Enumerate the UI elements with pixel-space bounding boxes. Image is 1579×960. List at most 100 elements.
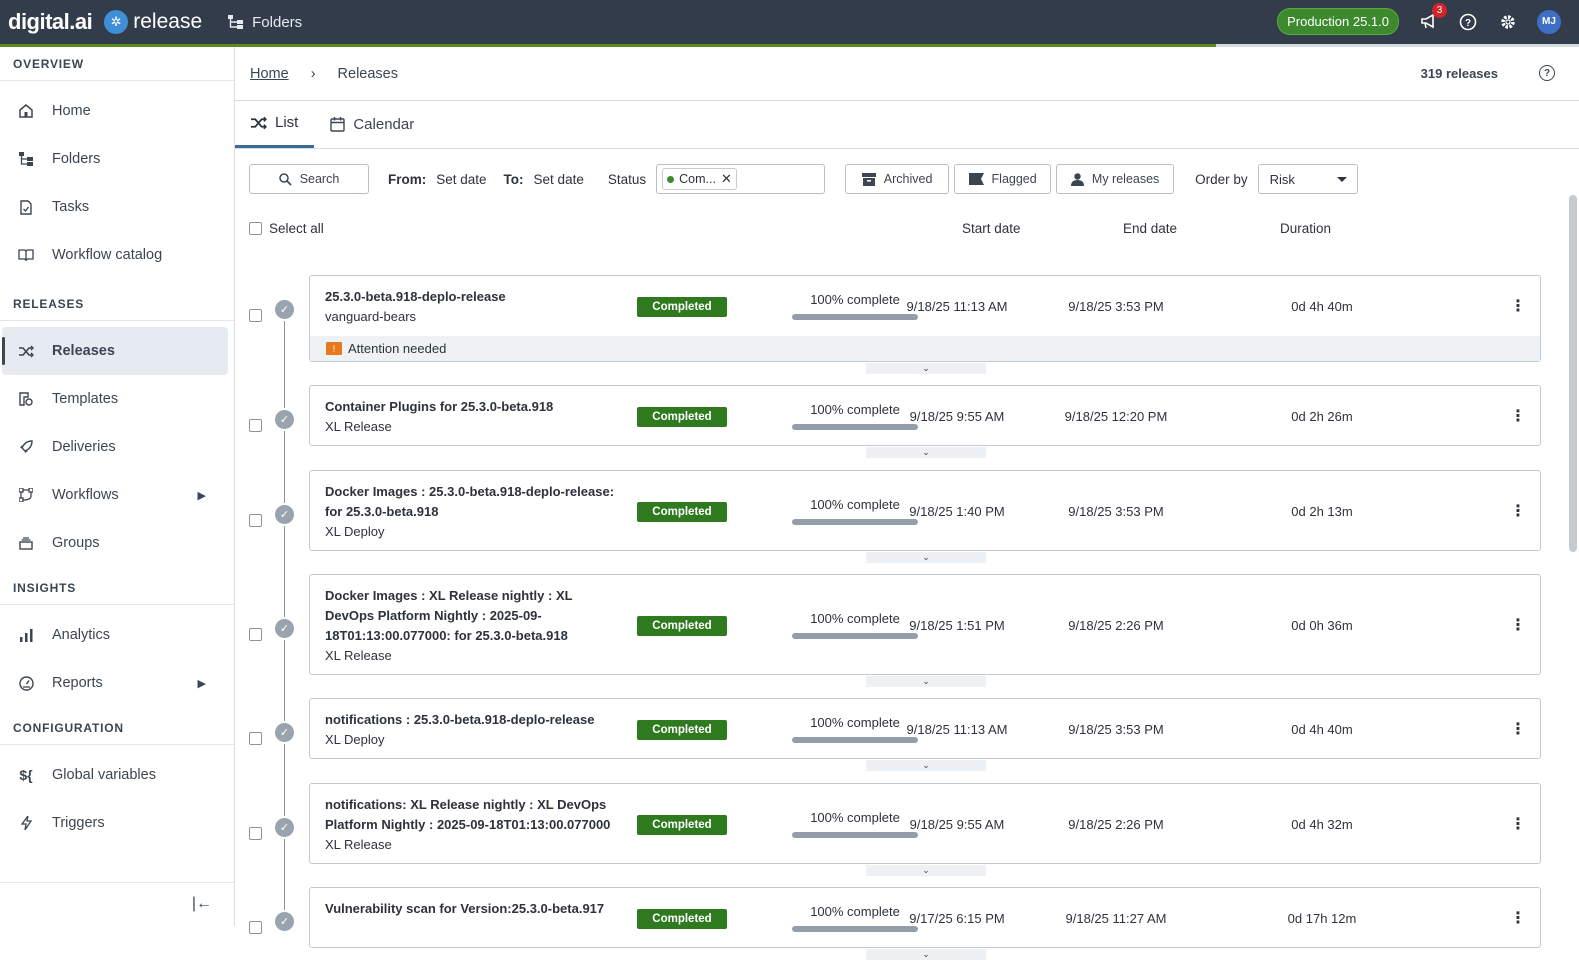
expand-row-chevron-icon[interactable]: ⌄ [866, 552, 986, 563]
sidebar-item-deliveries[interactable]: Deliveries [0, 423, 230, 471]
archived-button[interactable]: Archived [845, 164, 950, 194]
user-avatar[interactable]: MJ [1537, 9, 1561, 34]
release-card[interactable]: Container Plugins for 25.3.0-beta.918 XL… [309, 385, 1541, 446]
tab-calendar[interactable]: Calendar [314, 100, 430, 148]
completed-check-icon: ✓ [275, 409, 294, 429]
release-card[interactable]: Vulnerability scan for Version:25.3.0-be… [309, 887, 1541, 948]
release-card[interactable]: Docker Images : XL Release nightly : XL … [309, 574, 1541, 675]
breadcrumb-home-link[interactable]: Home [250, 66, 289, 82]
sidebar-item-workflows[interactable]: Workflows ▶ [0, 471, 230, 519]
vertical-scrollbar[interactable] [1569, 195, 1577, 552]
release-title-text: Docker Images : XL Release nightly : XL … [325, 587, 573, 643]
expand-row-chevron-icon[interactable]: ⌄ [866, 447, 986, 458]
more-options-icon[interactable]: ⋮ [1510, 501, 1526, 521]
release-row-checkbox[interactable] [249, 309, 262, 322]
release-title[interactable]: Docker Images : 25.3.0-beta.918-deplo-re… [325, 482, 620, 542]
my-releases-button[interactable]: My releases [1056, 164, 1175, 194]
more-options-icon[interactable]: ⋮ [1510, 296, 1526, 316]
tab-list[interactable]: List [235, 100, 315, 148]
announcements-button[interactable]: 3 [1417, 2, 1447, 33]
sidebar-item-analytics[interactable]: Analytics [0, 611, 230, 659]
book-icon [18, 247, 34, 263]
release-title[interactable]: Container Plugins for 25.3.0-beta.918 XL… [325, 397, 620, 437]
to-date-picker[interactable]: Set date [534, 172, 584, 187]
start-date-header[interactable]: Start date [962, 221, 1021, 236]
search-button[interactable]: Search [249, 164, 369, 194]
flagged-button[interactable]: Flagged [954, 164, 1052, 194]
release-card[interactable]: notifications : 25.3.0-beta.918-deplo-re… [309, 698, 1541, 759]
progress-label: 100% complete [810, 610, 900, 626]
sidebar-item-groups[interactable]: Groups [0, 519, 230, 567]
environment-badge[interactable]: Production 25.1.0 [1277, 8, 1399, 35]
sidebar-item-releases[interactable]: Releases [2, 327, 228, 375]
sidebar-item-templates[interactable]: Templates [0, 375, 230, 423]
page-help-icon[interactable]: ? [1539, 65, 1555, 81]
settings-button[interactable] [1497, 11, 1519, 33]
sidebar-item-global-variables[interactable]: ${ Global variables [0, 751, 230, 799]
release-card[interactable]: notifications: XL Release nightly : XL D… [309, 783, 1541, 864]
start-date: 9/18/25 9:55 AM [909, 816, 1005, 832]
completed-check-icon: ✓ [275, 722, 294, 742]
expand-row-chevron-icon[interactable]: ⌄ [866, 676, 986, 687]
release-row-checkbox[interactable] [249, 418, 262, 432]
expand-caret-icon[interactable]: ▶ [198, 489, 206, 502]
stack-icon [18, 535, 34, 551]
progress-bar [792, 518, 918, 525]
expand-caret-icon[interactable]: ▶ [198, 677, 206, 690]
breadcrumb-current: Releases [337, 65, 398, 82]
chip-close-icon[interactable]: ✕ [721, 171, 732, 187]
progress-label: 100% complete [810, 714, 900, 730]
sidebar-item-home[interactable]: Home [0, 87, 230, 135]
order-by-select[interactable]: Risk [1257, 164, 1358, 194]
more-options-icon[interactable]: ⋮ [1510, 908, 1526, 928]
expand-row-chevron-icon[interactable]: ⌄ [866, 865, 986, 876]
release-row-checkbox[interactable] [249, 826, 262, 840]
help-button[interactable]: ? [1457, 11, 1479, 33]
status-filter-input[interactable]: Com... ✕ [656, 164, 826, 194]
release-title[interactable]: Vulnerability scan for Version:25.3.0-be… [325, 899, 620, 919]
more-options-icon[interactable]: ⋮ [1510, 615, 1526, 635]
collapse-sidebar-icon[interactable]: |← [192, 895, 212, 913]
top-nav-folders[interactable]: Folders [228, 14, 302, 31]
start-date: 9/17/25 6:15 PM [909, 910, 1005, 926]
release-card[interactable]: 25.3.0-beta.918-deplo-release vanguard-b… [309, 275, 1541, 362]
help-circle-icon: ? [1459, 13, 1477, 30]
svg-text:?: ? [1465, 18, 1471, 29]
more-options-icon[interactable]: ⋮ [1510, 406, 1526, 426]
digital-ai-logo[interactable]: digital.ai [8, 9, 93, 35]
completed-check-icon: ✓ [275, 504, 294, 524]
duration-header[interactable]: Duration [1280, 221, 1331, 236]
order-by-label: Order by [1195, 171, 1248, 187]
duration: 0d 2h 26m [1291, 408, 1353, 424]
release-title[interactable]: notifications: XL Release nightly : XL D… [325, 795, 620, 855]
tab-calendar-label: Calendar [353, 115, 415, 133]
end-date-header[interactable]: End date [1123, 221, 1177, 236]
end-date: 9/18/25 3:53 PM [1068, 721, 1164, 737]
release-row-checkbox[interactable] [249, 920, 262, 934]
expand-row-chevron-icon[interactable]: ⌄ [866, 949, 986, 960]
from-date-picker[interactable]: Set date [436, 172, 486, 187]
more-options-icon[interactable]: ⋮ [1510, 719, 1526, 739]
select-all-checkbox[interactable] [249, 222, 262, 235]
release-row-checkbox[interactable] [249, 513, 262, 527]
more-options-icon[interactable]: ⋮ [1510, 814, 1526, 834]
sidebar-item-reports[interactable]: Reports ▶ [0, 659, 230, 707]
sidebar-item-tasks[interactable]: Tasks [0, 183, 230, 231]
release-title[interactable]: notifications : 25.3.0-beta.918-deplo-re… [325, 710, 620, 750]
sidebar-item-triggers[interactable]: Triggers [0, 799, 230, 847]
status-chip-label: Com... [679, 172, 716, 186]
release-title[interactable]: Docker Images : XL Release nightly : XL … [325, 586, 620, 666]
release-row-checkbox[interactable] [249, 627, 262, 641]
progress-label: 100% complete [810, 809, 900, 825]
release-card[interactable]: Docker Images : 25.3.0-beta.918-deplo-re… [309, 470, 1541, 551]
timeline-connector [284, 525, 285, 617]
sidebar-item-tasks-label: Tasks [52, 199, 90, 215]
release-title[interactable]: 25.3.0-beta.918-deplo-release vanguard-b… [325, 287, 620, 327]
release-product-logo[interactable]: ✲ release [104, 10, 202, 34]
expand-row-chevron-icon[interactable]: ⌄ [866, 760, 986, 771]
sidebar-item-workflow-catalog[interactable]: Workflow catalog [0, 231, 230, 279]
release-row-checkbox[interactable] [249, 731, 262, 745]
end-date: 9/18/25 2:26 PM [1068, 617, 1164, 633]
expand-row-chevron-icon[interactable]: ⌄ [866, 363, 986, 374]
sidebar-item-folders[interactable]: Folders [0, 135, 230, 183]
